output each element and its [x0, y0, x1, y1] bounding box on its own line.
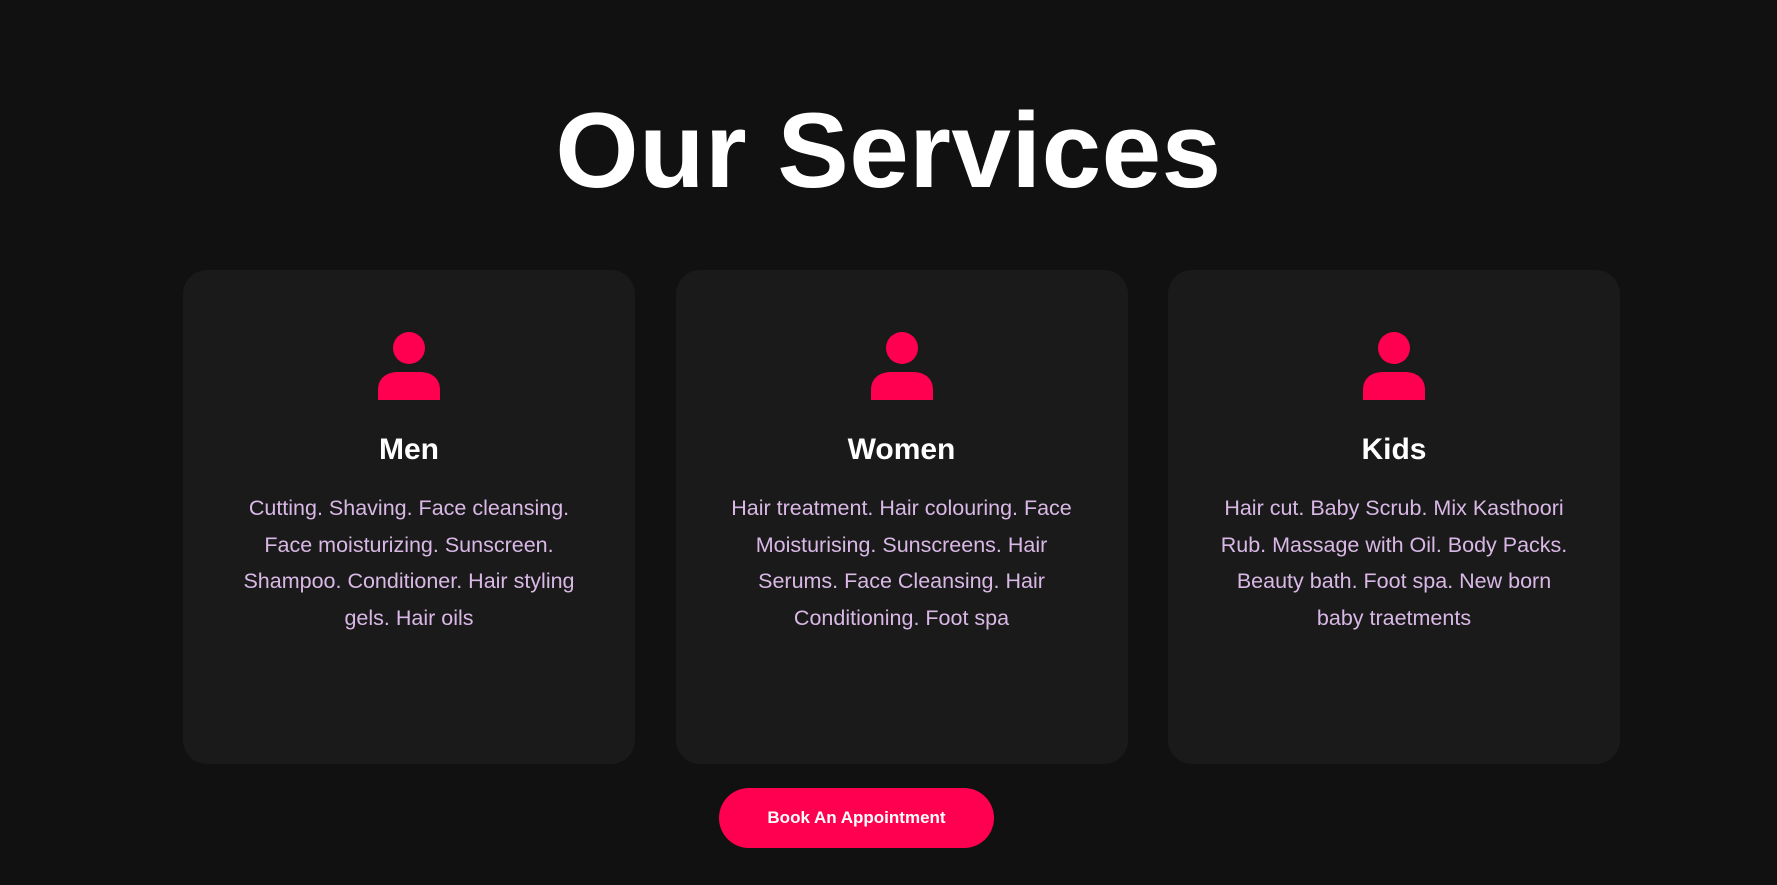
card-description: Hair treatment. Hair colouring. Face Moi… [731, 496, 1072, 630]
user-icon [1363, 332, 1425, 400]
user-icon [378, 332, 440, 400]
card-description: Hair cut. Baby Scrub. Mix Kasthoori Rub.… [1220, 496, 1568, 630]
service-card-women: Women Hair treatment. Hair colouring. Fa… [675, 270, 1128, 764]
services-cards: Men Cutting. Shaving. Face cleansing. Fa… [183, 270, 1620, 764]
card-title: Men [379, 433, 439, 466]
section-title: Our Services [555, 90, 1222, 210]
card-title: Kids [1361, 433, 1427, 466]
user-icon [870, 332, 933, 400]
book-appointment-button[interactable]: Book An Appointment [719, 788, 994, 848]
card-title: Women [847, 433, 956, 466]
card-description: Cutting. Shaving. Face cleansing. Face m… [243, 496, 575, 630]
service-card-kids: Kids Hair cut. Baby Scrub. Mix Kasthoori… [1168, 270, 1620, 764]
service-card-men: Men Cutting. Shaving. Face cleansing. Fa… [183, 270, 635, 764]
